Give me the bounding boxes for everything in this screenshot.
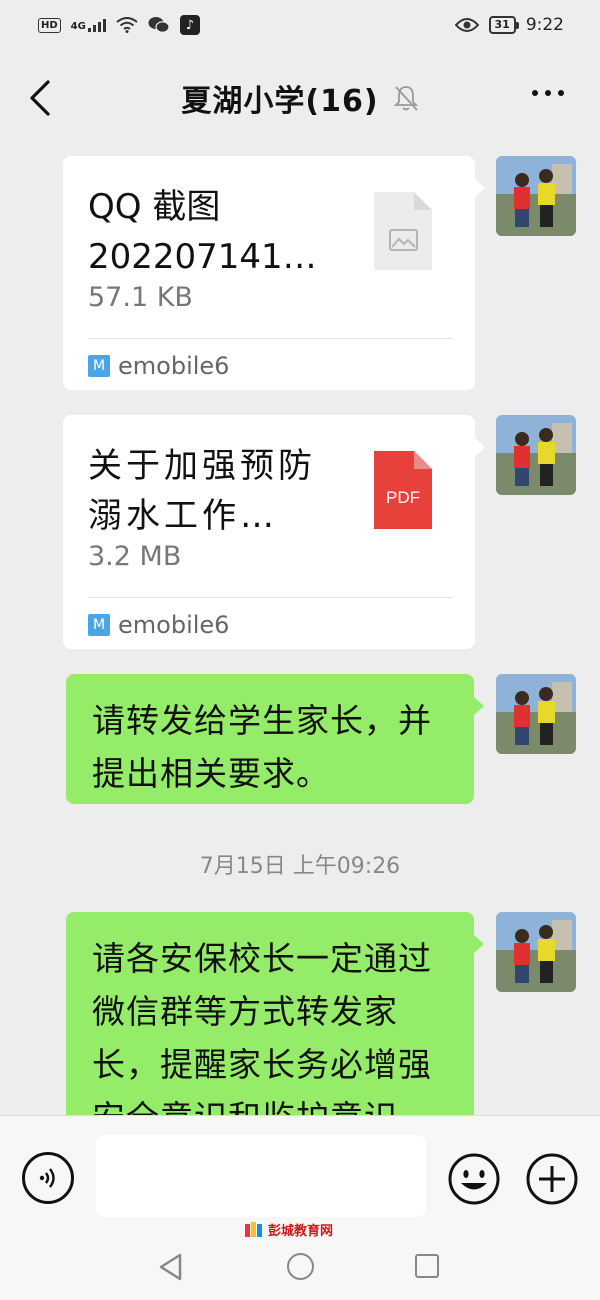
tiktok-icon: ♪: [179, 15, 200, 35]
system-nav-bar: 彭城教育网: [0, 1221, 600, 1300]
network-type-label: 4G: [70, 21, 86, 32]
nav-home-button[interactable]: [287, 1253, 314, 1280]
emobile-app-icon: M: [88, 355, 110, 377]
source-label: emobile6: [118, 352, 230, 380]
back-button[interactable]: [26, 78, 54, 118]
file-size: 3.2 MB: [88, 541, 182, 572]
divider: [88, 338, 453, 339]
avatar[interactable]: [496, 156, 576, 236]
nav-back-button[interactable]: [158, 1253, 184, 1281]
file-message-2[interactable]: 关于加强预防溺水工作… 3.2 MB PDF M emobile6: [63, 415, 485, 649]
status-right: 31 9:22: [454, 15, 564, 35]
text-message[interactable]: 请转发给学生家长，并提出相关要求。: [66, 674, 484, 804]
nav-recent-apps-button[interactable]: [415, 1254, 439, 1278]
chat-header: 夏湖小学(16): [0, 50, 600, 145]
watermark: 彭城教育网: [244, 1220, 333, 1239]
text-message[interactable]: 请各安保校长一定通过微信群等方式转发家长，提醒家长务必增强安全意识和监护意识.: [66, 912, 484, 1115]
wechat-icon: [148, 17, 170, 33]
message-timestamp: 7月15日 上午09:26: [199, 854, 401, 879]
wifi-icon: [116, 17, 138, 33]
watermark-text: 彭城教育网: [268, 1224, 334, 1239]
image-file-icon: [374, 192, 432, 270]
status-left: HD 4G ♪: [38, 15, 200, 35]
battery-icon: 31: [488, 16, 520, 34]
mute-bell-icon: [393, 85, 418, 111]
signal-icon: 4G: [71, 18, 106, 32]
hd-badge: HD: [38, 17, 61, 33]
eye-icon: [454, 18, 479, 32]
file-name: 关于加强预防溺水工作…: [88, 446, 316, 536]
source-label: emobile6: [118, 611, 230, 639]
file-message-1[interactable]: QQ 截图 202207141… 57.1 KB M emobile6: [63, 156, 485, 390]
more-options-button[interactable]: [532, 90, 564, 96]
voice-icon: [39, 1168, 55, 1188]
pdf-file-icon: PDF: [374, 451, 432, 529]
message-input[interactable]: [96, 1135, 426, 1217]
status-bar: HD 4G ♪ 31 9:22: [0, 0, 600, 50]
pdf-label: PDF: [386, 488, 420, 507]
file-source: M emobile6: [88, 352, 229, 380]
avatar[interactable]: [496, 674, 576, 754]
file-name: QQ 截图 202207141…: [88, 187, 317, 277]
message-input-bar: [0, 1115, 600, 1225]
emoji-button[interactable]: [447, 1152, 501, 1206]
file-source: M emobile6: [88, 611, 229, 639]
file-size: 57.1 KB: [88, 282, 193, 313]
emobile-app-icon: M: [88, 614, 110, 636]
voice-input-button[interactable]: [22, 1152, 74, 1204]
more-functions-button[interactable]: [525, 1152, 579, 1206]
divider: [88, 597, 453, 598]
chat-messages[interactable]: QQ 截图 202207141… 57.1 KB M emobile6 关于加强…: [0, 145, 600, 1115]
avatar[interactable]: [496, 912, 576, 992]
avatar[interactable]: [496, 415, 576, 495]
chat-title: 夏湖小学(16): [181, 83, 379, 119]
book-logo-icon: [245, 1221, 262, 1237]
clock: 9:22: [525, 15, 564, 35]
